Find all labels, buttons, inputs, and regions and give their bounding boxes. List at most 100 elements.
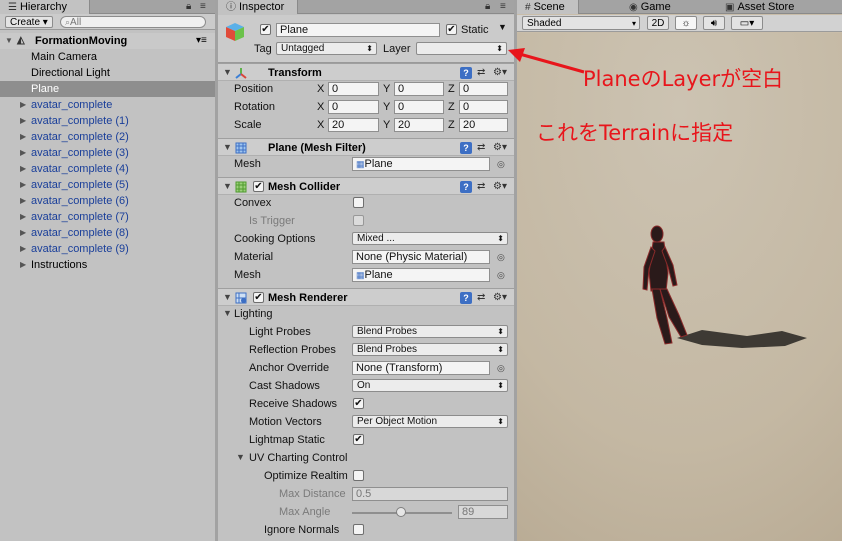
tab-asset-store[interactable]: ▣ Asset Store [717, 0, 800, 14]
rotation-z-field[interactable]: 0 [459, 100, 508, 114]
scale-x-field[interactable]: 20 [328, 118, 379, 132]
rotation-x-field[interactable]: 0 [328, 100, 379, 114]
scene-menu-icon[interactable]: ▾≡ [196, 33, 207, 49]
cooking-options-dropdown[interactable]: Mixed ... ⬍ [352, 232, 508, 245]
component-enabled-checkbox[interactable]: ✔ [253, 292, 264, 303]
effects-toggle-image-icon[interactable]: ▭▾ [731, 16, 763, 30]
hierarchy-item-directional-light[interactable]: Directional Light [0, 65, 215, 81]
hierarchy-item-avatar[interactable]: ▶ avatar_complete (6) [0, 193, 215, 209]
help-icon[interactable]: ? [460, 142, 472, 154]
uv-charting-foldout-label[interactable]: UV Charting Control [249, 452, 347, 464]
scene-viewport[interactable] [517, 33, 842, 541]
transform-header[interactable]: ▼ Transform ? ⇄ ⚙▾ [218, 63, 514, 81]
expand-arrow-icon[interactable]: ▶ [20, 241, 26, 257]
help-icon[interactable]: ? [460, 67, 472, 79]
expand-arrow-icon[interactable]: ▶ [20, 225, 26, 241]
fold-arrow-icon[interactable]: ▼ [223, 67, 232, 77]
audio-toggle-speaker-icon[interactable]: 🔊︎ [703, 16, 725, 30]
convex-checkbox[interactable] [353, 197, 364, 208]
lighting-toggle-sun-icon[interactable]: ☼ [675, 16, 697, 30]
ignore-normals-checkbox[interactable] [353, 524, 364, 535]
max-angle-slider-knob[interactable] [396, 507, 406, 517]
help-icon[interactable]: ? [460, 181, 472, 193]
fold-arrow-icon[interactable]: ▼ [223, 142, 232, 152]
gear-icon[interactable]: ⚙▾ [493, 142, 507, 153]
mesh-renderer-header[interactable]: ▼ ✔ Mesh Renderer ? ⇄ ⚙▾ [218, 288, 514, 306]
receive-shadows-checkbox[interactable]: ✔ [353, 398, 364, 409]
is-trigger-checkbox[interactable] [353, 215, 364, 226]
help-icon[interactable]: ? [460, 292, 472, 304]
expand-arrow-icon[interactable]: ▶ [20, 113, 26, 129]
scale-z-field[interactable]: 20 [459, 118, 508, 132]
position-x-field[interactable]: 0 [328, 82, 379, 96]
tab-hierarchy[interactable]: ☰ Hierarchy [0, 0, 90, 14]
hierarchy-item-avatar[interactable]: ▶ avatar_complete [0, 97, 215, 113]
light-probes-dropdown[interactable]: Blend Probes ⬍ [352, 325, 508, 338]
preset-icon[interactable]: ⇄ [477, 142, 485, 153]
fold-arrow-icon[interactable]: ▼ [223, 181, 232, 191]
object-picker-icon[interactable]: ◎ [497, 270, 505, 281]
lock-icon[interactable]: 🔒︎ [485, 1, 490, 12]
preset-icon[interactable]: ⇄ [477, 67, 485, 78]
hierarchy-item-avatar[interactable]: ▶ avatar_complete (4) [0, 161, 215, 177]
mesh-filter-header[interactable]: ▼ Plane (Mesh Filter) ? ⇄ ⚙▾ [218, 138, 514, 156]
hierarchy-item-avatar[interactable]: ▶ avatar_complete (7) [0, 209, 215, 225]
rotation-y-field[interactable]: 0 [394, 100, 444, 114]
hierarchy-item-main-camera[interactable]: Main Camera [0, 49, 215, 65]
panel-menu-icon[interactable]: ≡ [200, 1, 206, 12]
expand-arrow-icon[interactable]: ▶ [20, 193, 26, 209]
max-angle-field[interactable]: 89 [458, 505, 508, 519]
max-distance-field[interactable]: 0.5 [352, 487, 508, 501]
static-dropdown-icon[interactable]: ▼ [498, 22, 507, 32]
cast-shadows-dropdown[interactable]: On ⬍ [352, 379, 508, 392]
hierarchy-item-avatar[interactable]: ▶ avatar_complete (3) [0, 145, 215, 161]
tab-scene[interactable]: # Scene [517, 0, 579, 14]
hierarchy-item-avatar[interactable]: ▶ avatar_complete (2) [0, 129, 215, 145]
scale-y-field[interactable]: 20 [394, 118, 444, 132]
hierarchy-item-plane[interactable]: Plane [0, 81, 215, 97]
static-checkbox[interactable]: ✔ [446, 24, 457, 35]
active-checkbox[interactable]: ✔ [260, 24, 271, 35]
expand-arrow-icon[interactable]: ▶ [20, 161, 26, 177]
preset-icon[interactable]: ⇄ [477, 292, 485, 303]
position-y-field[interactable]: 0 [394, 82, 444, 96]
component-enabled-checkbox[interactable]: ✔ [253, 181, 264, 192]
expand-arrow-icon[interactable]: ▶ [20, 177, 26, 193]
lighting-foldout-label[interactable]: Lighting [234, 308, 273, 320]
hierarchy-item-avatar[interactable]: ▶ avatar_complete (9) [0, 241, 215, 257]
expand-arrow-icon[interactable]: ▶ [20, 129, 26, 145]
hierarchy-item-avatar[interactable]: ▶ avatar_complete (1) [0, 113, 215, 129]
fold-arrow-icon[interactable]: ▼ [236, 452, 245, 462]
anchor-override-field[interactable]: None (Transform) [352, 361, 490, 375]
tag-dropdown[interactable]: Untagged ⬍ [276, 42, 377, 55]
expand-arrow-icon[interactable]: ▶ [20, 257, 26, 273]
hierarchy-item-avatar[interactable]: ▶ avatar_complete (8) [0, 225, 215, 241]
fold-arrow-icon[interactable]: ▼ [223, 308, 232, 318]
tab-game[interactable]: ◉ Game [621, 0, 677, 14]
object-name-field[interactable]: Plane [276, 23, 440, 37]
gear-icon[interactable]: ⚙▾ [493, 292, 507, 303]
2d-toggle-button[interactable]: 2D [647, 16, 669, 30]
fold-arrow-icon[interactable]: ▼ [223, 292, 232, 302]
motion-vectors-dropdown[interactable]: Per Object Motion ⬍ [352, 415, 508, 428]
panel-menu-icon[interactable]: ≡ [500, 1, 506, 12]
hierarchy-search[interactable]: ⌕ [60, 16, 206, 28]
expand-arrow-icon[interactable]: ▶ [20, 145, 26, 161]
material-field[interactable]: None (Physic Material) [352, 250, 490, 264]
reflection-probes-dropdown[interactable]: Blend Probes ⬍ [352, 343, 508, 356]
preset-icon[interactable]: ⇄ [477, 181, 485, 192]
object-picker-icon[interactable]: ◎ [497, 363, 505, 374]
object-picker-icon[interactable]: ◎ [497, 159, 505, 170]
hierarchy-item-instructions[interactable]: ▶ Instructions [0, 257, 215, 273]
hierarchy-item-avatar[interactable]: ▶ avatar_complete (5) [0, 177, 215, 193]
tab-inspector[interactable]: ⓘ Inspector [218, 0, 298, 14]
expand-arrow-icon[interactable]: ▶ [20, 97, 26, 113]
shading-mode-dropdown[interactable]: Shaded ▾ [522, 16, 640, 30]
hierarchy-scene-root[interactable]: ▼ ◭ FormationMoving ▾≡ [0, 33, 215, 49]
position-z-field[interactable]: 0 [459, 82, 508, 96]
object-picker-icon[interactable]: ◎ [497, 252, 505, 263]
create-button[interactable]: Create ▾ [5, 16, 53, 28]
lock-icon[interactable]: 🔒︎ [186, 1, 191, 12]
search-input[interactable] [70, 17, 191, 28]
expand-arrow-icon[interactable]: ▼ [5, 33, 13, 49]
